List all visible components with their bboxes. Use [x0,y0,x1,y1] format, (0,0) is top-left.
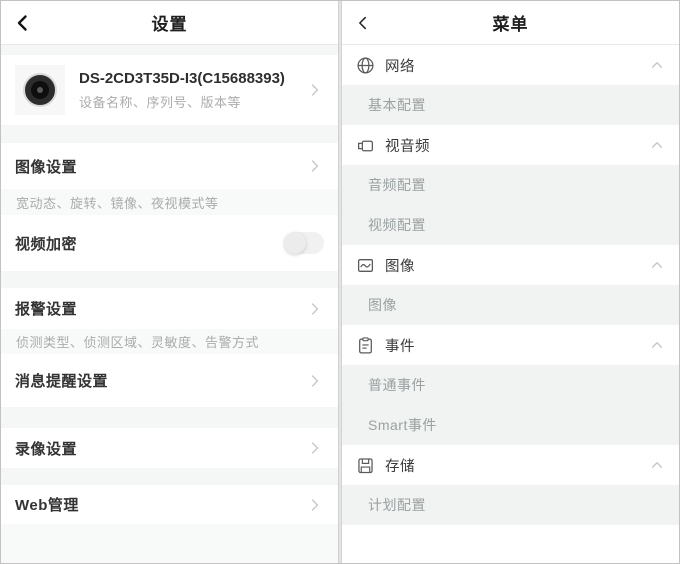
menu-section-label: 网络 [385,58,415,75]
chevron-left-icon [13,13,33,33]
settings-item-video-encryption[interactable]: 视频加密 [1,215,338,271]
toggle-knob [284,232,306,254]
camera-lens-icon [15,65,65,115]
menu-item-smart-event[interactable]: Smart事件 [342,405,679,445]
settings-item-recording[interactable]: 录像设置 [1,428,338,468]
chevron-left-icon [354,14,372,32]
menu-item-video-config[interactable]: 视频配置 [342,205,679,245]
chevron-up-icon [649,57,665,73]
menu-item-basic-config[interactable]: 基本配置 [342,85,679,125]
chevron-right-icon [306,439,324,457]
settings-item-label: 视频加密 [15,235,78,253]
settings-item-alarm[interactable]: 报警设置 [1,288,338,329]
settings-header: 设置 [1,1,338,45]
device-description: 设备名称、序列号、版本等 [79,94,242,110]
menu-item-normal-event[interactable]: 普通事件 [342,365,679,405]
menu-item-audio-config[interactable]: 音频配置 [342,165,679,205]
menu-item-image[interactable]: 图像 [342,285,679,325]
menu-section-network[interactable]: 网络 [342,45,679,85]
chevron-right-icon [306,157,324,175]
chevron-right-icon [306,372,324,390]
separator-band [1,407,338,428]
back-button[interactable] [13,1,43,45]
settings-item-label: Web管理 [15,497,79,514]
settings-item-label: 录像设置 [15,440,78,458]
settings-screen: 设置 DS-2CD3T35D-I3(C15688393) 设备名称、序列号、版本… [1,1,338,563]
settings-item-label: 图像设置 [15,158,78,176]
menu-item-schedule-config[interactable]: 计划配置 [342,485,679,525]
back-button[interactable] [354,1,384,45]
settings-item-web-manage[interactable]: Web管理 [1,485,338,524]
menu-header: 菜单 [342,1,679,45]
clipboard-icon [356,336,375,355]
settings-item-description: 宽动态、旋转、镜像、夜视模式等 [1,189,338,215]
menu-section-av[interactable]: 视音频 [342,125,679,165]
settings-item-description: 侦测类型、侦测区域、灵敏度、告警方式 [1,329,338,354]
bottom-filler [1,524,338,563]
separator-band [1,45,338,55]
separator-band [1,468,338,485]
chevron-up-icon [649,337,665,353]
chevron-right-icon [306,496,324,514]
camcorder-icon [356,136,375,155]
menu-section-label: 图像 [385,258,415,275]
page-title: 菜单 [492,15,529,34]
menu-screen: 菜单 网络 基本配置 视音频 音频配置 视频配置 图像 图像 事件 普通事件 S… [342,1,679,563]
menu-section-image[interactable]: 图像 [342,245,679,285]
device-name: DS-2CD3T35D-I3(C15688393) [79,69,285,87]
floppy-icon [356,456,375,475]
menu-section-label: 事件 [385,338,415,355]
globe-icon [356,56,375,75]
settings-item-label: 报警设置 [15,301,78,318]
video-encryption-toggle[interactable] [284,232,324,254]
chevron-up-icon [649,257,665,273]
chevron-right-icon [306,300,324,318]
chevron-up-icon [649,137,665,153]
chevron-up-icon [649,457,665,473]
picture-icon [356,256,375,275]
screenshot-frame: 设置 DS-2CD3T35D-I3(C15688393) 设备名称、序列号、版本… [0,0,680,564]
menu-section-storage[interactable]: 存储 [342,445,679,485]
bottom-filler [342,525,679,563]
settings-item-image[interactable]: 图像设置 [1,143,338,189]
device-info-row[interactable]: DS-2CD3T35D-I3(C15688393) 设备名称、序列号、版本等 [1,55,338,125]
settings-item-message-notify[interactable]: 消息提醒设置 [1,354,338,407]
chevron-right-icon [306,81,324,99]
separator-band [1,271,338,288]
menu-section-label: 存储 [385,458,415,475]
separator-band [1,125,338,143]
settings-item-label: 消息提醒设置 [15,373,109,390]
page-title: 设置 [151,15,188,34]
menu-section-event[interactable]: 事件 [342,325,679,365]
menu-section-label: 视音频 [385,138,430,155]
